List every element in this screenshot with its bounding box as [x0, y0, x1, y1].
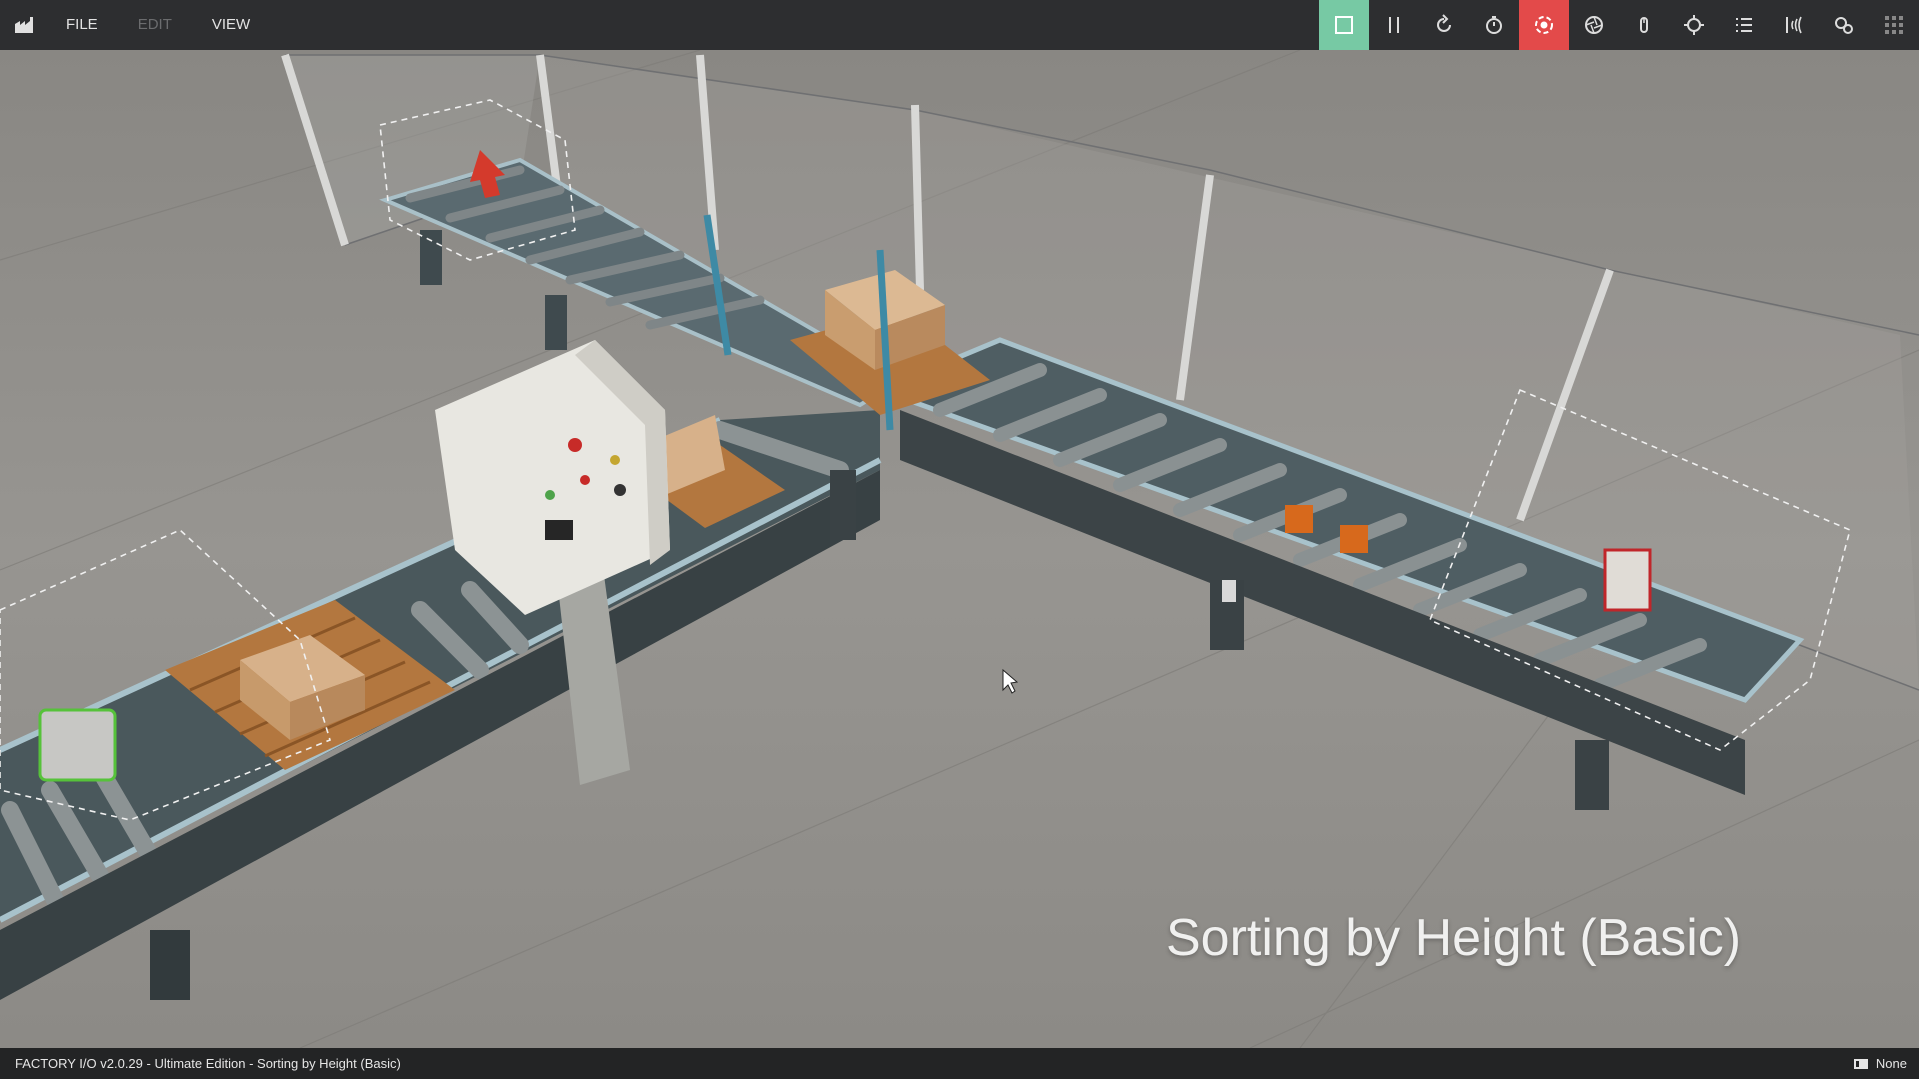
driver-icon: [1853, 1058, 1868, 1069]
reset-button[interactable]: [1419, 0, 1469, 50]
camera-button[interactable]: [1569, 0, 1619, 50]
status-bar: FACTORY I/O v2.0.29 - Ultimate Edition -…: [0, 1048, 1919, 1079]
status-text: FACTORY I/O v2.0.29 - Ultimate Edition -…: [15, 1056, 401, 1071]
driver-status[interactable]: None: [1853, 1056, 1919, 1071]
sensor-button[interactable]: [1769, 0, 1819, 50]
grid-icon: [1885, 16, 1903, 34]
driver-label: None: [1875, 1056, 1907, 1071]
scene-title: Sorting by Height (Basic): [1166, 909, 1742, 967]
menu-edit[interactable]: EDIT: [122, 0, 196, 50]
run-mode-button[interactable]: [1519, 0, 1569, 50]
timer-icon: [1486, 16, 1502, 34]
aperture-icon: [1585, 16, 1603, 34]
factory-logo-icon[interactable]: [0, 0, 50, 50]
list-icon: [1736, 18, 1752, 32]
target-button[interactable]: [1669, 0, 1719, 50]
mouse-cursor: [1002, 668, 1019, 694]
target-icon: [1684, 15, 1704, 35]
edit-mode-icon: [1335, 16, 1353, 34]
factory-scene: [0, 50, 1919, 1048]
toolbar: [1319, 0, 1919, 50]
pause-button[interactable]: [1369, 0, 1419, 50]
run-mode-icon: [1535, 16, 1553, 34]
hand-button[interactable]: [1619, 0, 1669, 50]
drivers-button[interactable]: [1819, 0, 1869, 50]
timer-button[interactable]: [1469, 0, 1519, 50]
list-button[interactable]: [1719, 0, 1769, 50]
grid-button[interactable]: [1869, 0, 1919, 50]
hand-icon: [1640, 17, 1648, 33]
reset-icon: [1437, 14, 1451, 32]
3d-viewport[interactable]: Sorting by Height (Basic): [0, 50, 1919, 1048]
main-menu: FILE EDIT VIEW: [50, 0, 274, 50]
drivers-icon: [1835, 17, 1853, 34]
menu-view[interactable]: VIEW: [196, 0, 274, 50]
top-bar: FILE EDIT VIEW: [0, 0, 1919, 50]
pause-icon: [1389, 17, 1399, 33]
menu-file[interactable]: FILE: [50, 0, 122, 50]
sensor-icon: [1786, 16, 1802, 34]
edit-mode-button[interactable]: [1319, 0, 1369, 50]
